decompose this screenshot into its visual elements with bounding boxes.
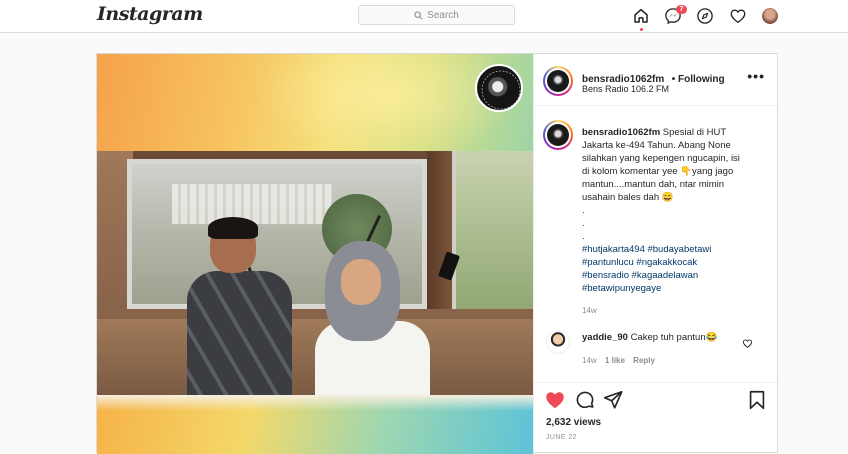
post-video[interactable] bbox=[97, 54, 533, 454]
heart-icon[interactable] bbox=[729, 7, 747, 25]
caption-text: Jakarta ke-494 Tahun. Abang None bbox=[582, 140, 731, 151]
caption-text: . bbox=[582, 205, 585, 216]
search-icon bbox=[414, 10, 423, 19]
commenter-avatar[interactable] bbox=[546, 330, 570, 354]
comment-meta: 14w 1 like Reply bbox=[582, 356, 655, 365]
caption-text: . bbox=[582, 218, 585, 229]
video-background-bottom bbox=[97, 395, 533, 454]
notification-badge: 7 bbox=[676, 5, 687, 14]
comment-text: Cakep tuh pantun😂 bbox=[630, 332, 718, 343]
video-background-top bbox=[97, 54, 533, 164]
following-label[interactable]: • Following bbox=[672, 74, 725, 85]
explore-icon[interactable] bbox=[696, 7, 714, 25]
commenter-username[interactable]: yaddie_90 bbox=[582, 332, 628, 343]
host-female bbox=[315, 241, 435, 395]
post-sidebar: bensradio1062fm • Following Bens Radio 1… bbox=[533, 54, 779, 454]
top-navigation: Instagram Search 7 bbox=[0, 0, 848, 33]
hashtag-link[interactable]: #bensradio #kagaadelawan bbox=[582, 269, 762, 282]
post-card: bensradio1062fm • Following Bens Radio 1… bbox=[96, 53, 779, 454]
comment-heart-icon[interactable] bbox=[742, 338, 753, 349]
caption-text: . bbox=[582, 231, 585, 242]
studio-window-right bbox=[452, 151, 533, 321]
caption-text: mantun....mantun dah, ntar mimin bbox=[582, 179, 725, 190]
caption-hashtags: #hutjakarta494 #budayabetawi #pantunlucu… bbox=[582, 243, 762, 295]
caption-username[interactable]: bensradio1062fm bbox=[582, 127, 660, 138]
hashtag-link[interactable]: #hutjakarta494 #budayabetawi bbox=[582, 243, 762, 256]
bens-radio-watermark-logo bbox=[475, 64, 523, 112]
profile-avatar[interactable] bbox=[762, 8, 778, 24]
account-avatar[interactable] bbox=[543, 66, 573, 96]
caption-avatar[interactable] bbox=[543, 120, 573, 150]
home-active-indicator bbox=[640, 28, 643, 31]
home-icon[interactable] bbox=[632, 7, 650, 25]
caption-time: 14w bbox=[582, 306, 597, 315]
host-male bbox=[182, 217, 292, 395]
hashtag-link[interactable]: #pantunlucu #ngakakkocak bbox=[582, 256, 762, 269]
more-options-icon[interactable]: ••• bbox=[747, 68, 765, 84]
post-header: bensradio1062fm • Following Bens Radio 1… bbox=[534, 54, 779, 106]
instagram-logo[interactable]: Instagram bbox=[97, 3, 203, 25]
post-caption: bensradio1062fm Spesial di HUT Jakarta k… bbox=[582, 126, 762, 295]
caption-text: di kolom komentar yee 👇yang jago bbox=[582, 166, 734, 177]
comment-text-row: yaddie_90 Cakep tuh pantun😂 bbox=[582, 332, 717, 343]
comment-item: yaddie_90 Cakep tuh pantun😂 14w 1 like R… bbox=[534, 326, 779, 374]
comment-reply-button[interactable]: Reply bbox=[633, 356, 655, 365]
comment-icon[interactable] bbox=[574, 389, 596, 411]
comment-time: 14w bbox=[582, 356, 597, 365]
bookmark-icon[interactable] bbox=[746, 389, 768, 411]
views-count[interactable]: 2,632 views bbox=[546, 417, 601, 428]
share-icon[interactable] bbox=[602, 389, 624, 411]
heart-filled-icon[interactable] bbox=[544, 389, 566, 411]
search-input[interactable]: Search bbox=[358, 5, 515, 25]
caption-text: usahain bales dah 😄 bbox=[582, 192, 674, 203]
post-actions: 2,632 views JUNE 22 bbox=[534, 382, 779, 454]
caption-line: bensradio1062fm Spesial di HUT bbox=[582, 126, 762, 139]
search-placeholder: Search bbox=[427, 9, 459, 21]
account-location[interactable]: Bens Radio 106.2 FM bbox=[582, 84, 669, 94]
caption-text: Spesial di HUT bbox=[662, 127, 727, 138]
hashtag-link[interactable]: #betawipunyegaye bbox=[582, 282, 762, 295]
caption-text: silahkan yang kepengen ngucapin, isi bbox=[582, 153, 740, 164]
video-frame bbox=[97, 151, 533, 395]
comment-likes[interactable]: 1 like bbox=[605, 356, 625, 365]
post-date[interactable]: JUNE 22 bbox=[546, 434, 577, 441]
